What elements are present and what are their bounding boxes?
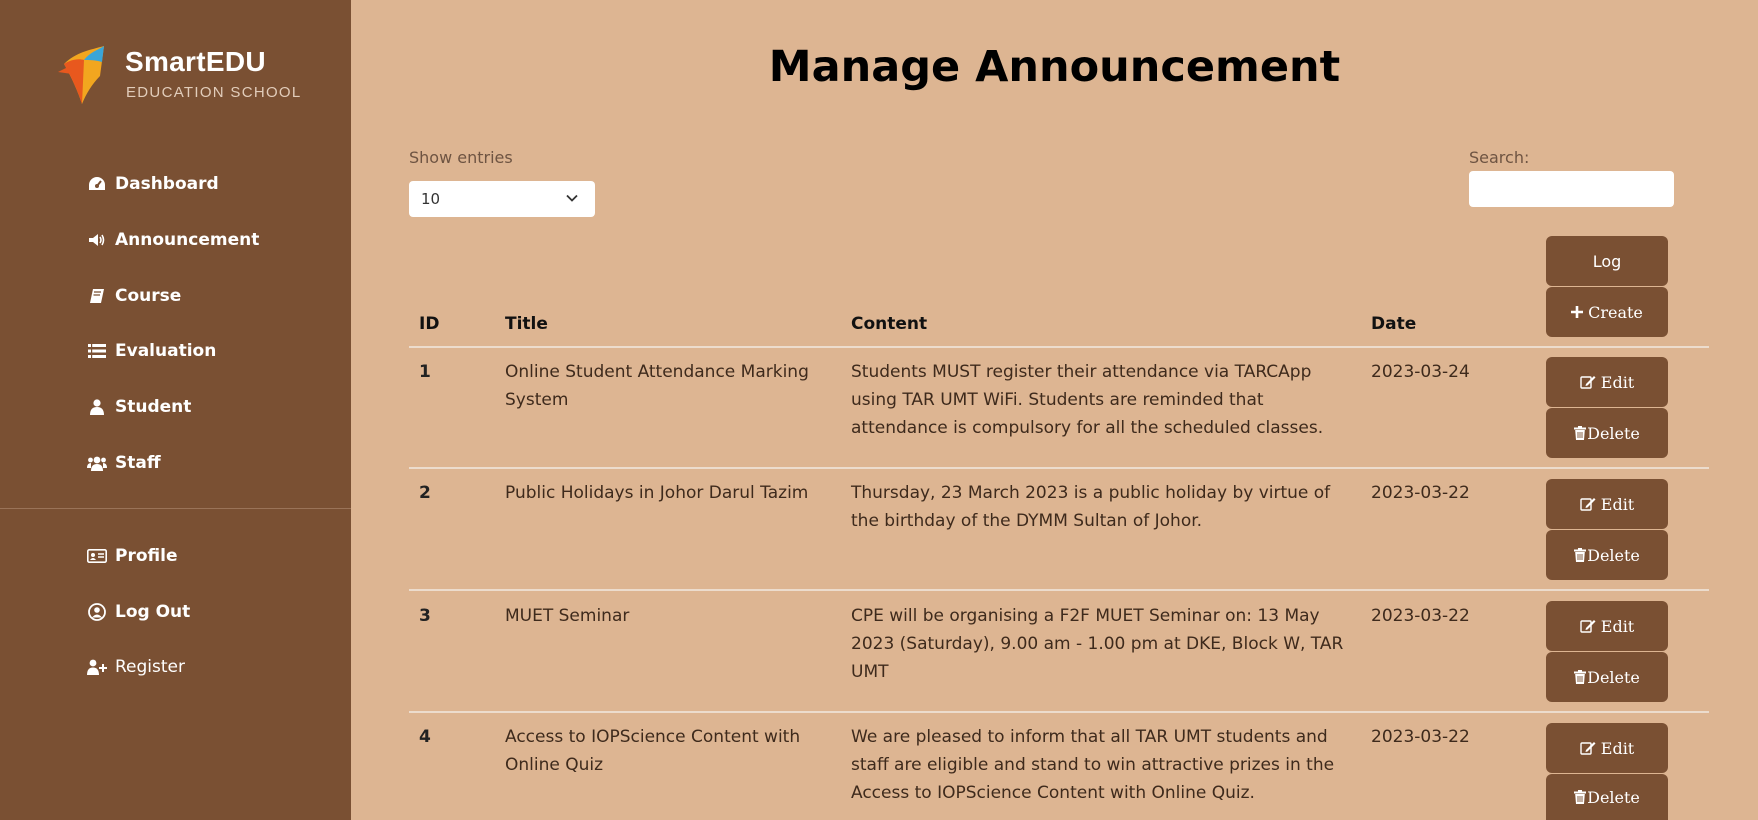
row-title: MUET Seminar <box>505 606 630 626</box>
sidebar-item-evaluation[interactable]: Evaluation <box>87 336 216 366</box>
trash-icon <box>1574 790 1587 804</box>
edit-icon <box>1580 619 1596 633</box>
row-id: 1 <box>419 362 431 382</box>
delete-button[interactable]: Delete <box>1546 408 1668 458</box>
edit-button-label: Edit <box>1600 372 1635 392</box>
id-card-icon <box>87 547 107 565</box>
sidebar-item-label: Evaluation <box>115 341 217 361</box>
table-divider <box>409 467 1709 469</box>
sidebar-item-label: Announcement <box>115 230 260 250</box>
users-icon <box>87 454 107 472</box>
sidebar-item-label: Student <box>115 397 192 417</box>
sidebar-item-student[interactable]: Student <box>87 392 191 422</box>
row-content: Students MUST register their attendance … <box>851 362 1324 438</box>
sidebar-divider <box>0 508 351 509</box>
edit-icon <box>1580 497 1596 511</box>
edit-button-label: Edit <box>1600 738 1635 758</box>
chevron-down-icon <box>565 191 579 209</box>
main-content: Manage Announcement Show entries 10 Sear… <box>351 0 1758 820</box>
trash-icon <box>1574 426 1587 440</box>
entries-select[interactable]: 10 <box>409 181 595 217</box>
edit-button-label: Edit <box>1600 616 1635 636</box>
sidebar-item-dashboard[interactable]: Dashboard <box>87 169 219 199</box>
log-button-label: Log <box>1592 251 1622 271</box>
delete-button-label: Delete <box>1587 787 1640 807</box>
row-date: 2023-03-24 <box>1371 362 1470 382</box>
edit-button[interactable]: Edit <box>1546 357 1668 407</box>
megaphone-icon <box>87 231 107 249</box>
brand-tagline: EDUCATION SCHOOL <box>126 84 302 101</box>
user-icon <box>87 398 107 416</box>
user-plus-icon <box>87 658 107 676</box>
brand-name: SmartEDU <box>125 46 266 77</box>
create-button-label: Create <box>1588 302 1643 322</box>
sidebar-item-label: Profile <box>115 546 178 566</box>
row-date: 2023-03-22 <box>1371 606 1470 626</box>
delete-button[interactable]: Delete <box>1546 652 1668 702</box>
sidebar-item-label: Log Out <box>115 602 191 622</box>
column-header-id[interactable]: ID <box>419 314 439 334</box>
delete-button-label: Delete <box>1587 545 1640 565</box>
sidebar: SmartEDU EDUCATION SCHOOL Dashboard Anno… <box>0 0 351 820</box>
row-id: 4 <box>419 727 431 747</box>
row-title: Access to IOPScience Content with Online… <box>505 727 801 775</box>
sidebar-item-label: Staff <box>115 453 161 473</box>
book-icon <box>87 287 107 305</box>
trash-icon <box>1574 670 1587 684</box>
row-title: Online Student Attendance Marking System <box>505 362 809 410</box>
create-button[interactable]: Create <box>1546 287 1668 337</box>
entries-value: 10 <box>421 190 441 208</box>
delete-button-label: Delete <box>1587 667 1640 687</box>
edit-button[interactable]: Edit <box>1546 723 1668 773</box>
edit-button-label: Edit <box>1600 494 1635 514</box>
row-content: We are pleased to inform that all TAR UM… <box>851 727 1335 803</box>
table-divider <box>409 346 1709 348</box>
edit-icon <box>1580 375 1596 389</box>
table-divider <box>409 589 1709 591</box>
edit-button[interactable]: Edit <box>1546 479 1668 529</box>
row-date: 2023-03-22 <box>1371 483 1470 503</box>
user-circle-icon <box>87 603 107 621</box>
column-header-title[interactable]: Title <box>505 314 548 334</box>
sidebar-item-register[interactable]: Register <box>87 652 185 682</box>
row-title: Public Holidays in Johor Darul Tazim <box>505 483 809 503</box>
sidebar-item-label: Register <box>115 657 185 677</box>
show-entries-label: Show entries <box>409 148 513 167</box>
sidebar-item-logout[interactable]: Log Out <box>87 597 190 627</box>
row-id: 2 <box>419 483 431 503</box>
row-content: Thursday, 23 March 2023 is a public holi… <box>851 483 1331 531</box>
edit-button[interactable]: Edit <box>1546 601 1668 651</box>
row-content: CPE will be organising a F2F MUET Semina… <box>851 606 1344 682</box>
plus-icon <box>1571 306 1584 318</box>
page-title: Manage Announcement <box>768 42 1341 92</box>
delete-button[interactable]: Delete <box>1546 530 1668 580</box>
sidebar-item-label: Dashboard <box>115 174 219 194</box>
trash-icon <box>1574 548 1587 562</box>
list-icon <box>87 342 107 360</box>
sidebar-item-course[interactable]: Course <box>87 281 181 311</box>
table-divider <box>409 711 1709 713</box>
dashboard-icon <box>87 175 107 193</box>
row-date: 2023-03-22 <box>1371 727 1470 747</box>
sidebar-item-staff[interactable]: Staff <box>87 448 161 478</box>
delete-button-label: Delete <box>1587 423 1640 443</box>
edit-icon <box>1580 741 1596 755</box>
search-label: Search: <box>1469 148 1530 167</box>
brand-logo[interactable]: SmartEDU EDUCATION SCHOOL <box>56 42 316 112</box>
logo-mark-icon <box>58 46 104 104</box>
sidebar-item-announcement[interactable]: Announcement <box>87 225 259 255</box>
row-id: 3 <box>419 606 431 626</box>
column-header-date[interactable]: Date <box>1371 314 1416 334</box>
search-input[interactable] <box>1469 171 1674 207</box>
log-button[interactable]: Log <box>1546 236 1668 286</box>
delete-button[interactable]: Delete <box>1546 774 1668 820</box>
sidebar-item-profile[interactable]: Profile <box>87 541 177 571</box>
column-header-content[interactable]: Content <box>851 314 927 334</box>
sidebar-item-label: Course <box>115 286 182 306</box>
